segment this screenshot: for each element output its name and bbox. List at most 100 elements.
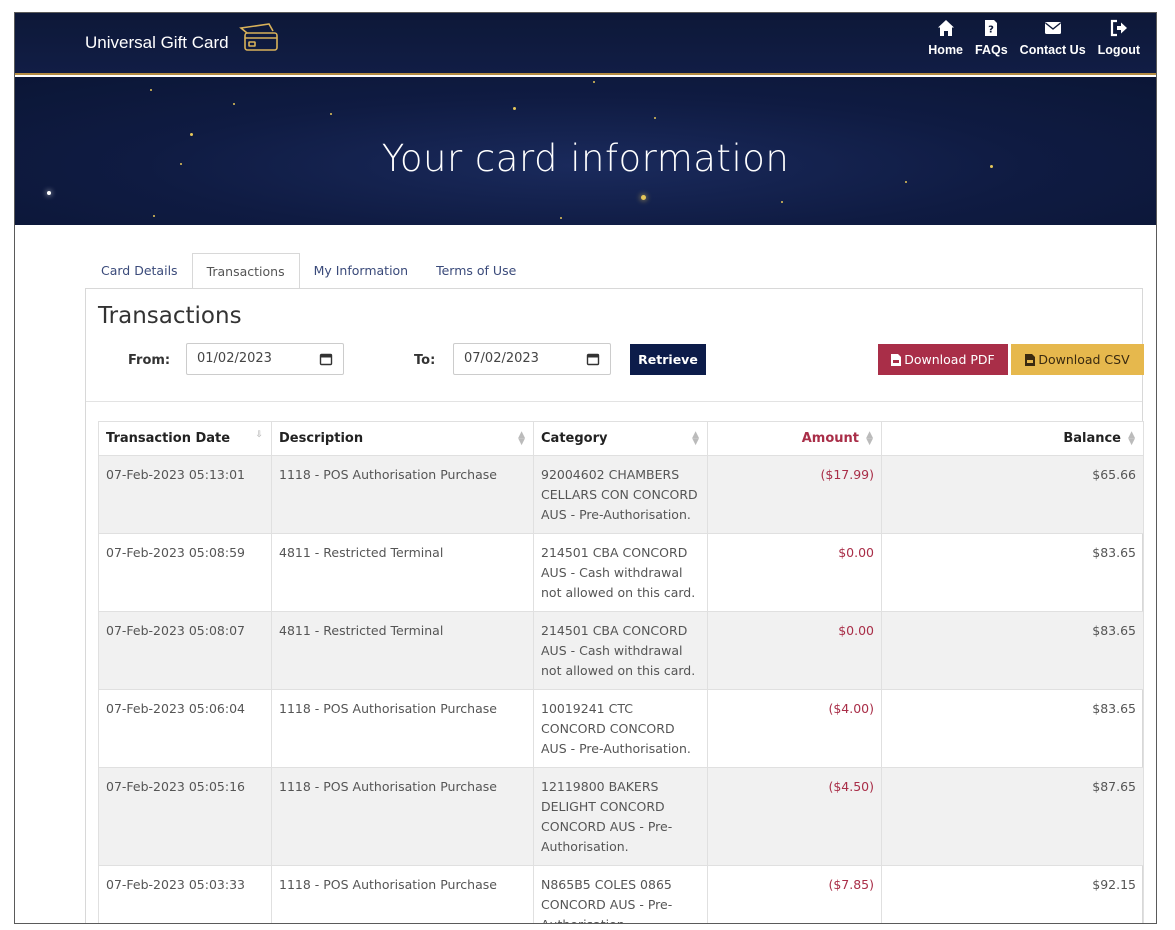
col-balance[interactable]: Balance ▲ ▼ (881, 421, 1144, 456)
cell-category: 214501 CBA CONCORD AUS - Cash withdrawal… (533, 611, 708, 690)
sort-icon: ▲ ▼ (692, 430, 699, 447)
from-date-input[interactable]: 01/02/2023 (186, 343, 344, 375)
nav-home-label: Home (928, 43, 964, 57)
cell-balance: $92.15 (881, 865, 1144, 923)
brand[interactable]: Universal Gift Card (85, 23, 281, 53)
cell-amount: $0.00 (707, 533, 882, 612)
table-row[interactable]: 07-Feb-2023 05:06:04 1118 - POS Authoris… (98, 689, 1144, 768)
cell-balance: $83.65 (881, 533, 1144, 612)
retrieve-button[interactable]: Retrieve (630, 344, 706, 375)
sort-icon: ▲ ▼ (866, 430, 873, 447)
browser-frame: Universal Gift Card Home ? FAQs Contact … (14, 12, 1157, 924)
star (190, 133, 193, 136)
divider (86, 401, 1142, 402)
tab-my-information[interactable]: My Information (300, 253, 423, 289)
cell-description: 4811 - Restricted Terminal (271, 611, 534, 690)
col-amount[interactable]: Amount ▲ ▼ (707, 421, 882, 456)
table-row[interactable]: 07-Feb-2023 05:03:33 1118 - POS Authoris… (98, 865, 1144, 923)
cell-date: 07-Feb-2023 05:03:33 (98, 865, 272, 923)
nav-faqs-label: FAQs (975, 43, 1008, 57)
star (905, 181, 907, 183)
cell-amount: ($17.99) (707, 455, 882, 534)
to-date-value: 07/02/2023 (464, 351, 539, 366)
cell-balance: $83.65 (881, 689, 1144, 768)
star (641, 195, 646, 200)
section-title: Transactions (98, 303, 242, 329)
sort-icon: ▲ ▼ (1128, 430, 1135, 447)
table-row[interactable]: 07-Feb-2023 05:08:59 4811 - Restricted T… (98, 533, 1144, 612)
tab-terms-of-use[interactable]: Terms of Use (422, 253, 530, 289)
nav-logout[interactable]: Logout (1092, 19, 1146, 57)
col-category[interactable]: Category ▲ ▼ (533, 421, 708, 456)
file-csv-icon (1025, 353, 1036, 366)
star (560, 217, 562, 219)
nav-home[interactable]: Home (922, 19, 969, 57)
cell-date: 07-Feb-2023 05:13:01 (98, 455, 272, 534)
hero-banner: Your card information (15, 77, 1156, 225)
nav-logout-label: Logout (1097, 43, 1140, 57)
tab-bar: Card Details Transactions My Information… (87, 253, 530, 289)
cell-amount: ($7.85) (707, 865, 882, 923)
brand-name: Universal Gift Card (85, 33, 229, 52)
cell-category: 10019241 CTC CONCORD CONCORD AUS - Pre-A… (533, 689, 708, 768)
sort-desc-icon: ⇩ (255, 430, 263, 440)
cell-description: 1118 - POS Authorisation Purchase (271, 689, 534, 768)
star (654, 117, 656, 119)
gift-card-icon (238, 23, 278, 51)
nav-faqs[interactable]: ? FAQs (969, 19, 1014, 57)
envelope-icon (1044, 22, 1061, 34)
cell-date: 07-Feb-2023 05:08:07 (98, 611, 272, 690)
table-row[interactable]: 07-Feb-2023 05:13:01 1118 - POS Authoris… (98, 455, 1144, 534)
sort-icon: ▲ ▼ (518, 430, 525, 447)
col-transaction-date[interactable]: Transaction Date ⇩ (98, 421, 272, 456)
col-description-label: Description (279, 431, 364, 446)
home-icon (937, 20, 954, 36)
col-category-label: Category (541, 431, 608, 446)
table-row[interactable]: 07-Feb-2023 05:08:07 4811 - Restricted T… (98, 611, 1144, 690)
star (153, 215, 155, 217)
transactions-panel: Transactions From: 01/02/2023 To: 07/02/… (85, 288, 1144, 923)
star (233, 103, 235, 105)
cell-category: 92004602 CHAMBERS CELLARS CON CONCORD AU… (533, 455, 708, 534)
download-pdf-label: Download PDF (904, 352, 995, 367)
cell-amount: ($4.50) (707, 767, 882, 866)
cell-amount: ($4.00) (707, 689, 882, 768)
svg-text:?: ? (988, 25, 994, 36)
nav-contact[interactable]: Contact Us (1014, 19, 1092, 57)
from-date-value: 01/02/2023 (197, 351, 272, 366)
cell-category: 214501 CBA CONCORD AUS - Cash withdrawal… (533, 533, 708, 612)
calendar-icon[interactable] (586, 352, 600, 366)
cell-date: 07-Feb-2023 05:06:04 (98, 689, 272, 768)
cell-category: 12119800 BAKERS DELIGHT CONCORD CONCORD … (533, 767, 708, 866)
star (781, 201, 783, 203)
col-transaction-date-label: Transaction Date (106, 431, 231, 446)
cell-description: 1118 - POS Authorisation Purchase (271, 455, 534, 534)
star (150, 89, 152, 91)
cell-description: 4811 - Restricted Terminal (271, 533, 534, 612)
nav-links: Home ? FAQs Contact Us Logout (922, 19, 1146, 57)
star (47, 191, 51, 195)
col-balance-label: Balance (1063, 431, 1121, 446)
star (330, 113, 332, 115)
from-label: From: (128, 353, 171, 368)
tab-transactions[interactable]: Transactions (191, 253, 300, 289)
to-date-input[interactable]: 07/02/2023 (453, 343, 611, 375)
col-description[interactable]: Description ▲ ▼ (271, 421, 534, 456)
cell-balance: $87.65 (881, 767, 1144, 866)
date-filters: From: 01/02/2023 To: 07/02/2023 Retrieve… (86, 343, 1144, 391)
cell-date: 07-Feb-2023 05:08:59 (98, 533, 272, 612)
transactions-table: Transaction Date ⇩ Description ▲ ▼ Category… (98, 421, 1144, 923)
calendar-icon[interactable] (319, 352, 333, 366)
to-label: To: (414, 353, 436, 368)
cell-amount: $0.00 (707, 611, 882, 690)
top-navbar: Universal Gift Card Home ? FAQs Contact … (15, 13, 1156, 75)
logout-icon (1110, 19, 1127, 37)
table-row[interactable]: 07-Feb-2023 05:05:16 1118 - POS Authoris… (98, 767, 1144, 866)
download-pdf-button[interactable]: Download PDF (878, 344, 1008, 375)
table-header-row: Transaction Date ⇩ Description ▲ ▼ Category… (98, 421, 1144, 456)
cell-date: 07-Feb-2023 05:05:16 (98, 767, 272, 866)
tab-card-details[interactable]: Card Details (87, 253, 192, 289)
download-csv-button[interactable]: Download CSV (1011, 344, 1144, 375)
star (593, 81, 595, 83)
star (513, 107, 516, 110)
